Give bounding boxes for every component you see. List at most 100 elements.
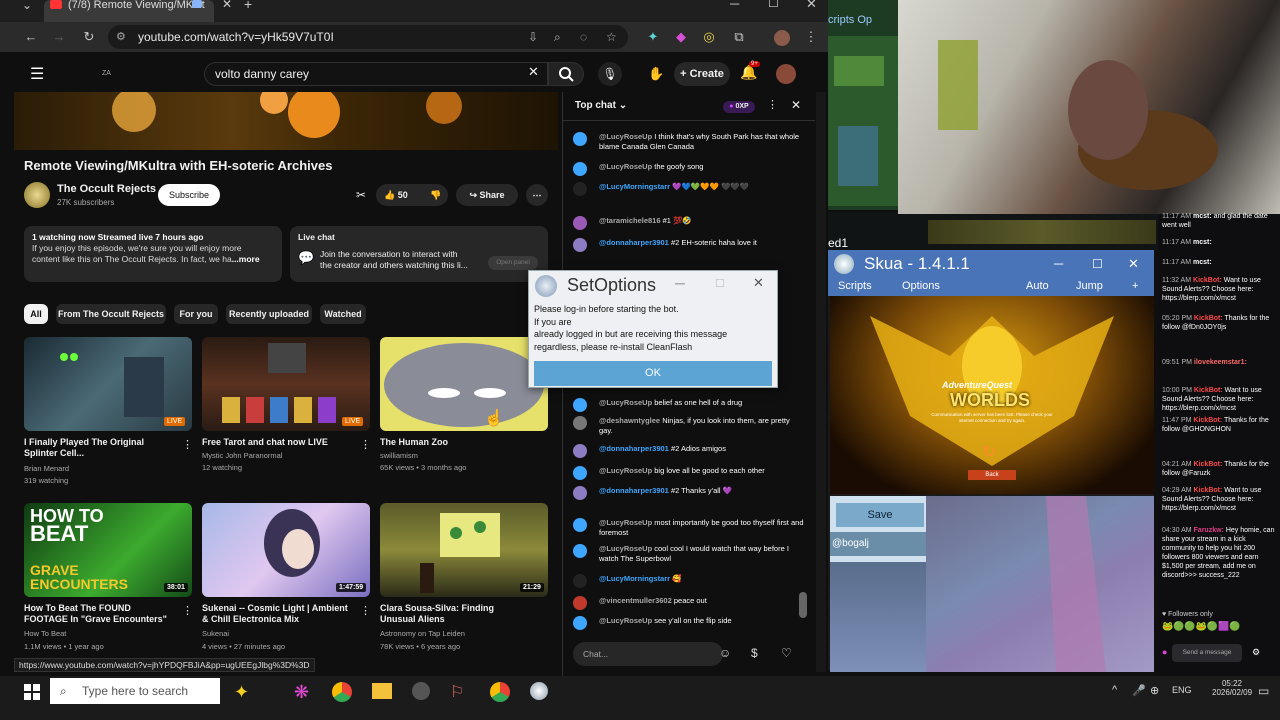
extension-icon[interactable]: ◎ <box>700 28 718 46</box>
browser-menu-icon[interactable]: ⋮ <box>802 28 820 46</box>
chat-message[interactable]: @LucyMorningstarr 🥰 <box>573 574 805 588</box>
like-count[interactable]: 50 <box>398 190 408 200</box>
video-thumbnail[interactable]: LIVE <box>202 337 370 431</box>
show-more-link[interactable]: ...more <box>232 254 260 264</box>
heart-icon[interactable]: ♡ <box>781 646 792 660</box>
address-bar[interactable]: ⚙ youtube.com/watch?v=yHk59V7uT0I ⇩ ⌕ ◌ … <box>108 25 628 49</box>
site-info-icon[interactable]: ⚙ <box>116 25 126 49</box>
open-panel-button[interactable]: Open panel <box>488 256 538 270</box>
share-button[interactable]: ↪ Share <box>456 184 518 206</box>
message-author[interactable]: ilovekeemstar1: <box>1194 359 1247 366</box>
chat-avatar[interactable] <box>573 398 587 412</box>
chat-avatar[interactable] <box>573 182 587 196</box>
eye-off-icon[interactable]: ◌ <box>580 25 587 49</box>
menu-options[interactable]: Options <box>902 278 940 294</box>
video-card-channel[interactable]: Sukenai <box>202 628 229 640</box>
chat-author[interactable]: @donnaharper3901 <box>599 486 669 495</box>
chat-author[interactable]: @donnaharper3901 <box>599 444 669 453</box>
game-canvas[interactable]: AdventureQuest WORLDS Communication with… <box>830 296 1154 494</box>
tray-chevron-icon[interactable]: ^ <box>1112 684 1117 696</box>
search-input[interactable]: volto danny carey <box>204 62 548 86</box>
chat-avatar[interactable] <box>573 416 587 430</box>
clock[interactable]: 05:22 2026/02/09 <box>1212 679 1252 697</box>
video-card-title[interactable]: I Finally Played The Original Splinter C… <box>24 437 174 459</box>
chat-author[interactable]: @vincentmuller3602 <box>599 596 672 605</box>
chat-author[interactable]: @LucyMorningstarr <box>599 574 670 583</box>
chat-author[interactable]: @LucyRoseUp <box>599 162 652 171</box>
message-author[interactable]: KickBot: <box>1194 487 1223 494</box>
chat-message[interactable]: @LucyRoseUp big love all be good to each… <box>573 466 805 480</box>
like-icon[interactable]: 👍 <box>384 190 398 200</box>
chat-avatar[interactable] <box>573 162 587 176</box>
chrome-icon[interactable] <box>332 682 352 702</box>
message-author[interactable]: KickBot: <box>1193 277 1222 284</box>
chat-avatar[interactable] <box>573 132 587 146</box>
chat-avatar[interactable] <box>573 216 587 230</box>
taskbar-search-input[interactable]: ⌕ Type here to search <box>50 678 220 704</box>
description-box[interactable]: 1 watching now Streamed live 7 hours ago… <box>24 226 282 282</box>
message-author[interactable]: mcst: <box>1193 213 1212 220</box>
video-card-channel[interactable]: Brian Menard <box>24 463 69 475</box>
browser-tab[interactable]: (7/8) Remote Viewing/MKult <box>44 0 214 22</box>
video-thumbnail[interactable]: LIVE <box>24 337 192 431</box>
card-menu-icon[interactable]: ⋮ <box>360 604 371 617</box>
video-card[interactable]: LIVE <box>202 337 370 431</box>
tab-close-icon[interactable]: ✕ <box>222 0 232 11</box>
card-menu-icon[interactable]: ⋮ <box>360 438 371 451</box>
close-window-icon[interactable]: ✕ <box>806 0 817 12</box>
video-card-title[interactable]: Clara Sousa-Silva: Finding Unusual Alien… <box>380 603 530 625</box>
chat-author[interactable]: @LucyMorningstarr <box>599 182 670 191</box>
account-avatar[interactable] <box>776 64 796 84</box>
chat-message[interactable]: @vincentmuller3602 peace out <box>573 596 805 610</box>
video-card-title[interactable]: Free Tarot and chat now LIVE <box>202 437 352 448</box>
chat-message[interactable]: @donnaharper3901 #2 EH-soteric haha love… <box>573 238 805 252</box>
chat-message[interactable]: @LucyRoseUp cool cool I would watch that… <box>573 544 805 564</box>
username-field[interactable]: @bogalj <box>830 532 926 556</box>
video-thumbnail[interactable] <box>380 337 548 431</box>
chat-author[interactable]: @LucyRoseUp <box>599 518 652 527</box>
chat-author[interactable]: @donnaharper3901 <box>599 238 669 247</box>
chip-watched[interactable]: Watched <box>320 304 366 324</box>
skua-taskbar-icon[interactable] <box>530 682 548 700</box>
chat-author[interactable]: @LucyRoseUp <box>599 132 652 141</box>
chat-message[interactable]: @LucyMorningstarr 💜💙💚🧡🧡 🖤🖤🖤 <box>573 182 805 196</box>
video-card-channel[interactable]: Mystic John Paranormal <box>202 450 282 462</box>
message-author[interactable]: KickBot: <box>1194 315 1223 322</box>
extension-icon[interactable]: ◆ <box>672 28 690 46</box>
video-card-channel[interactable]: How To Beat <box>24 628 66 640</box>
chat-avatar[interactable] <box>573 596 587 610</box>
subscribe-button[interactable]: Subscribe <box>158 184 220 206</box>
chat-mode-selector[interactable]: Top chat ⌄ <box>575 100 627 111</box>
chrome-profile-icon[interactable] <box>490 682 510 702</box>
video-thumbnail[interactable]: 21:29 <box>380 503 548 597</box>
ok-button[interactable]: OK <box>534 361 772 386</box>
new-tab-icon[interactable]: + <box>244 0 252 12</box>
maximize-icon[interactable]: ☐ <box>715 277 725 290</box>
video-card[interactable]: HOW TO BEAT GRAVE ENCOUNTERS 38:01 <box>24 503 192 597</box>
file-explorer-icon[interactable] <box>372 683 392 699</box>
card-menu-icon[interactable]: ⋮ <box>182 438 193 451</box>
back-button[interactable]: Back <box>968 470 1016 480</box>
video-thumbnail[interactable]: 1:47:59 <box>202 503 370 597</box>
video-card-channel[interactable]: swilliamism <box>380 450 418 462</box>
chat-author[interactable]: @taramichele816 <box>599 216 661 225</box>
chat-avatar[interactable] <box>573 466 587 480</box>
cast-icon[interactable]: ✋ <box>648 66 664 82</box>
chat-avatar[interactable] <box>573 518 587 532</box>
chat-message[interactable]: @donnaharper3901 #2 Thanks y'all 💜 <box>573 486 805 500</box>
menu-scripts[interactable]: Scripts <box>838 278 872 294</box>
video-card-title[interactable]: The Human Zoo <box>380 437 530 448</box>
video-card-title[interactable]: Sukenai -- Cosmic Light | Ambient & Chil… <box>202 603 352 625</box>
mic-icon[interactable]: ● <box>1162 648 1167 657</box>
menu-auto[interactable]: Auto <box>1026 278 1049 294</box>
maximize-icon[interactable]: ☐ <box>768 0 779 10</box>
chat-author[interactable]: @LucyRoseUp <box>599 398 652 407</box>
video-card[interactable] <box>380 337 548 431</box>
app-icon[interactable]: ⚐ <box>450 682 464 702</box>
bookmark-star-icon[interactable]: ☆ <box>606 25 617 49</box>
chat-message[interactable]: @taramichele816 #1 💯🤣 <box>573 216 805 230</box>
chat-author[interactable]: @deshawntyglee <box>599 416 660 425</box>
clip-icon[interactable]: ✂ <box>356 188 366 202</box>
message-author[interactable]: KickBot: <box>1194 461 1223 468</box>
chat-scrollbar[interactable] <box>799 592 807 618</box>
